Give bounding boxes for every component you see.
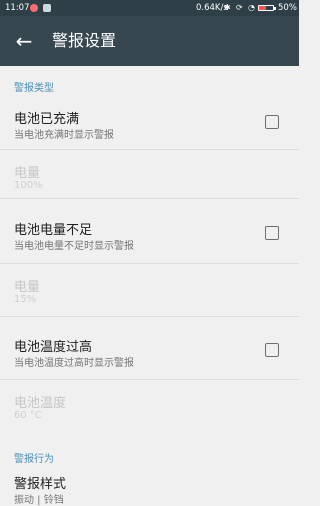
pref-summary: 15%	[14, 294, 37, 305]
pref-title: 电池电量不足	[14, 223, 93, 238]
pref-summary: 当电池充满时显示警报	[14, 130, 114, 141]
sync-icon: ⟳	[236, 3, 243, 12]
pref-summary: 60 °C	[14, 410, 42, 421]
pref-battery-hot[interactable]: 电池温度过高 当电池温度过高时显示警报	[0, 329, 299, 377]
page-title: 警报设置	[52, 31, 117, 50]
battery-low-checkbox[interactable]	[265, 226, 279, 240]
back-arrow-icon[interactable]: ←	[12, 29, 36, 53]
pref-battery-low[interactable]: 电池电量不足 当电池电量不足时显示警报	[0, 212, 299, 260]
pref-title: 电量	[14, 166, 41, 181]
battery-full-checkbox[interactable]	[265, 115, 279, 129]
status-time: 11:07	[5, 3, 30, 13]
battery-percent: 50%	[278, 3, 297, 13]
pref-title: 警报样式	[14, 477, 67, 492]
pref-temperature: 电池温度 60 °C	[0, 380, 299, 428]
wifi-icon: ◔	[248, 3, 255, 12]
pref-title: 电量	[14, 280, 41, 295]
pref-low-level: 电量 15%	[0, 264, 299, 312]
battery-hot-checkbox[interactable]	[265, 343, 279, 357]
battery-level-fill	[259, 6, 266, 10]
pref-title: 电池已充满	[14, 112, 80, 127]
section-header-alarm-behavior: 警报行为	[14, 454, 54, 465]
notification-icon	[30, 4, 38, 12]
pref-full-level: 电量 100%	[0, 150, 299, 198]
divider	[0, 316, 299, 317]
section-header-alarm-type: 警报类型	[14, 83, 54, 94]
bluetooth-icon: ✱	[224, 3, 231, 12]
app-bar: ← 警报设置	[0, 16, 299, 66]
pref-title: 电池温度	[14, 396, 67, 411]
pref-title: 电池温度过高	[14, 340, 93, 355]
pref-battery-full[interactable]: 电池已充满 当电池充满时显示警报	[0, 101, 299, 149]
divider	[0, 198, 299, 199]
pref-summary: 当电池温度过高时显示警报	[14, 358, 134, 369]
pref-summary: 振动 | 铃铛	[14, 495, 64, 506]
pref-summary: 100%	[14, 180, 43, 191]
screenshot-icon	[43, 4, 51, 12]
pref-summary: 当电池电量不足时显示警报	[14, 241, 134, 252]
battery-icon	[258, 5, 274, 11]
pref-alarm-style[interactable]: 警报样式 振动 | 铃铛	[0, 470, 299, 506]
status-bar: 11:07 0.64K/s ✱ ⟳ ◔ 50%	[0, 0, 299, 16]
battery-tip	[274, 7, 276, 10]
settings-list: 警报类型 电池已充满 当电池充满时显示警报 电量 100% 电池电量不足 当电池…	[0, 66, 299, 506]
